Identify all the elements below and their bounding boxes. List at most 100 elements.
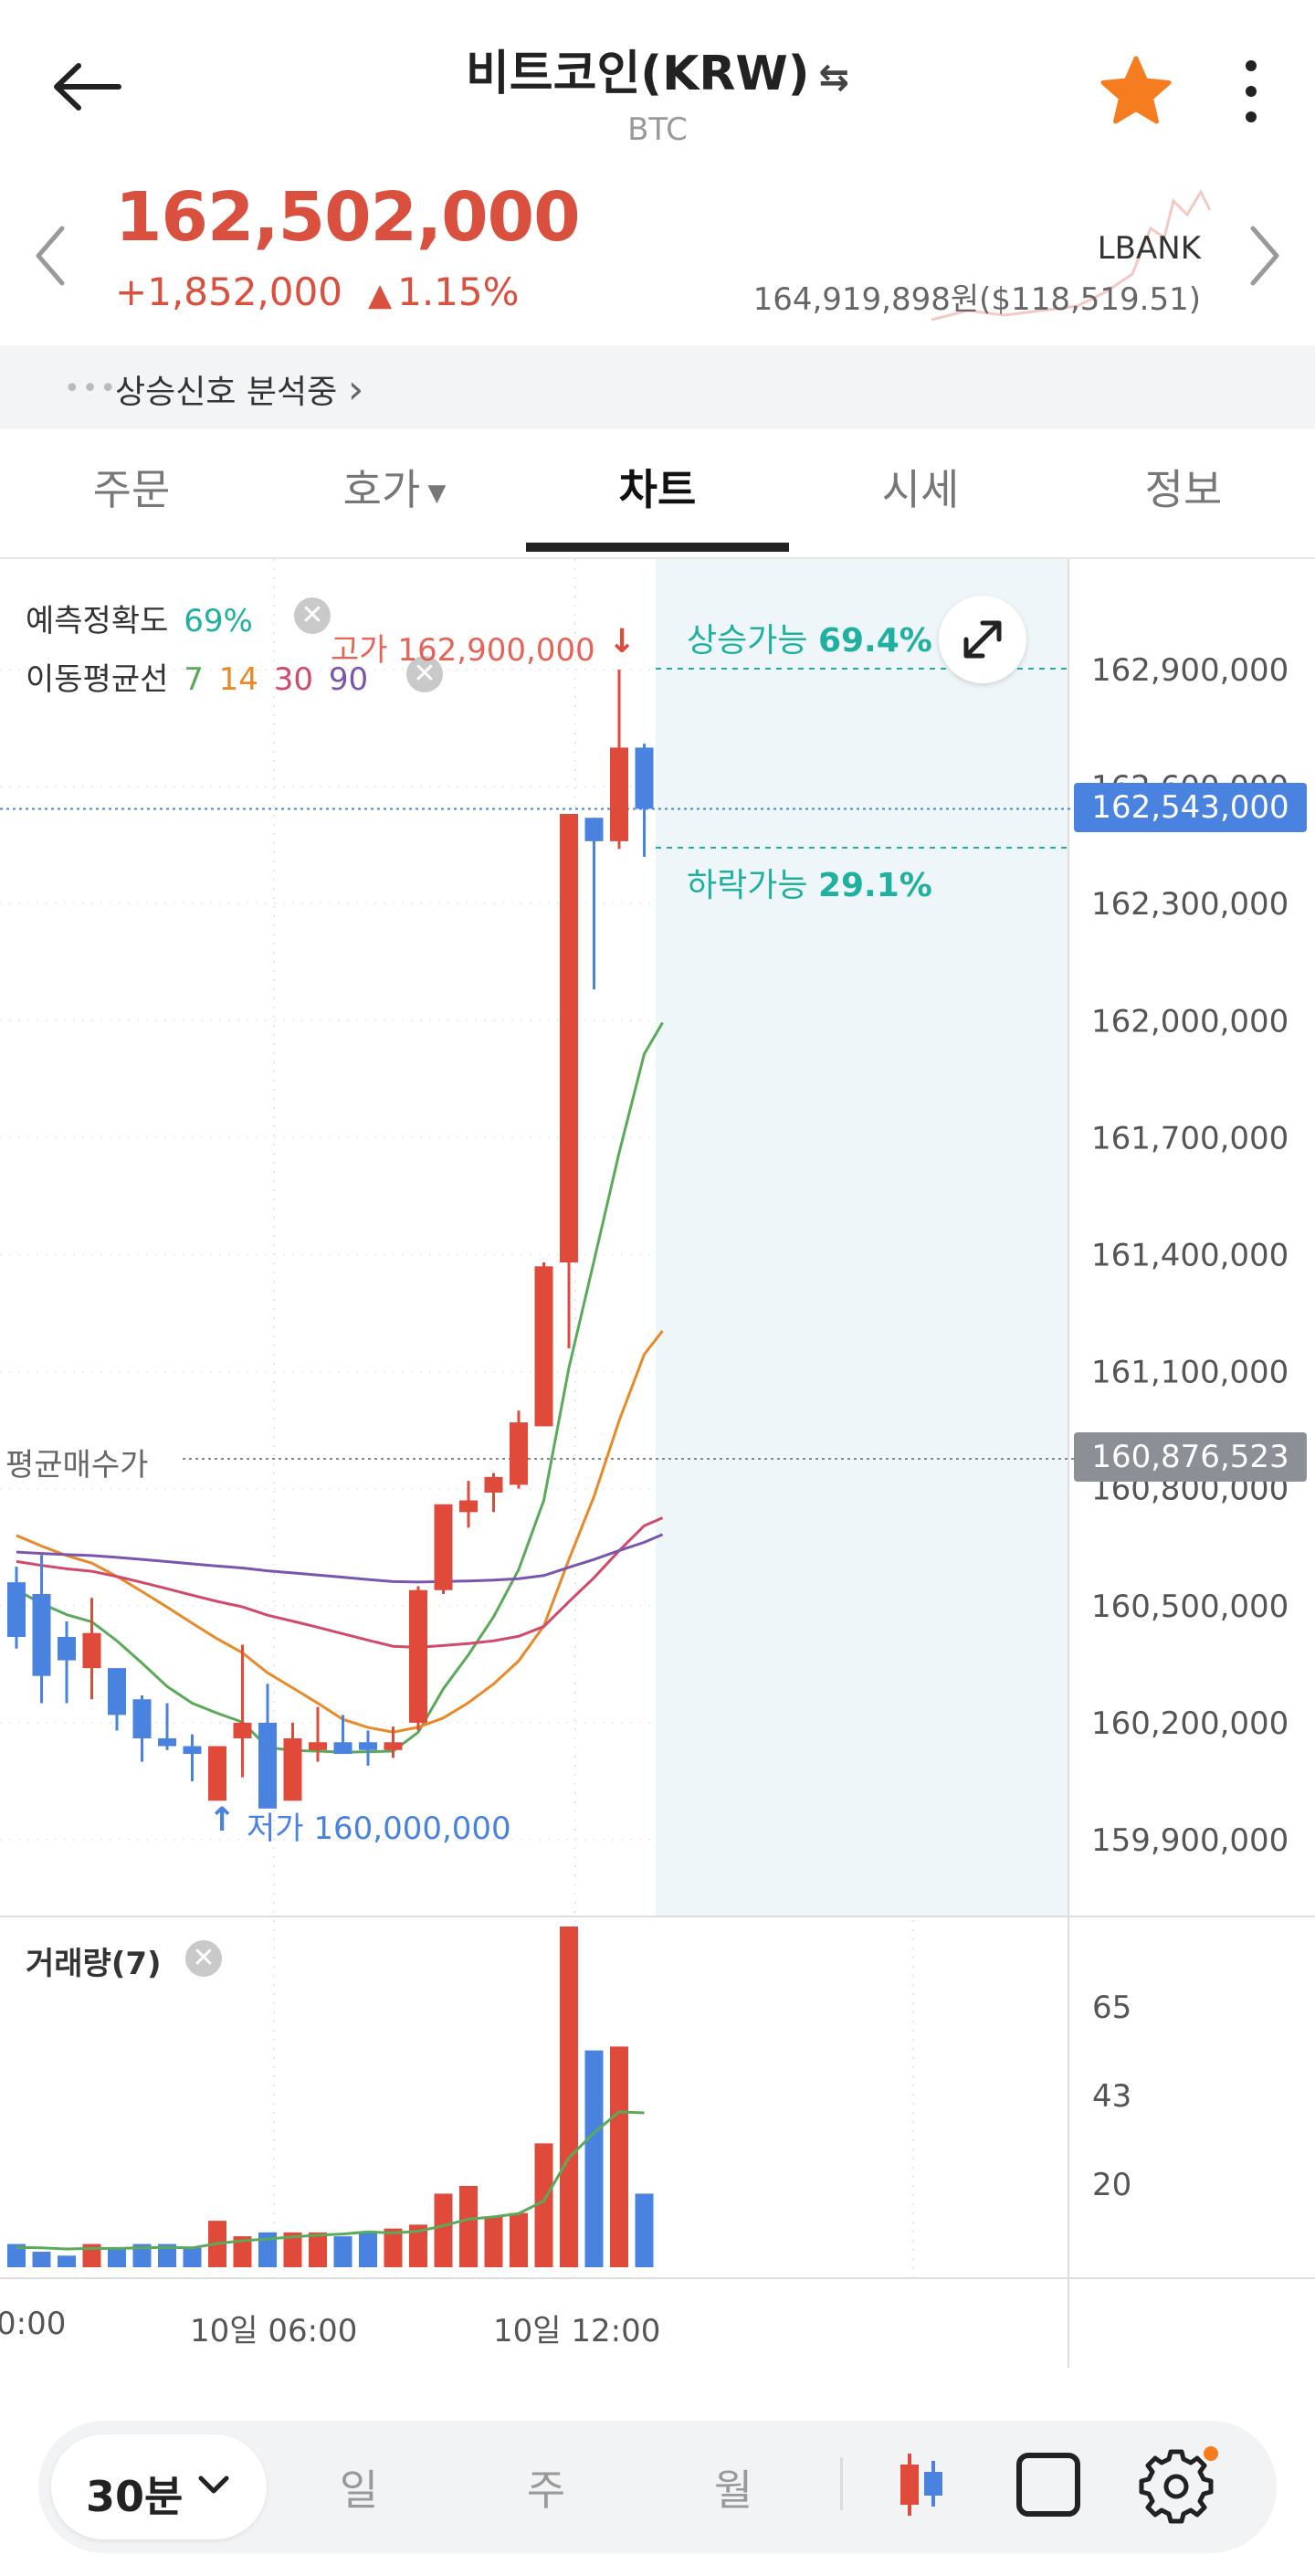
volume-bar: [459, 2185, 478, 2267]
tab-info[interactable]: 정보: [1052, 457, 1315, 517]
candle-body: [635, 747, 654, 809]
volume-bar: [32, 2252, 51, 2267]
ma30-label: 30: [273, 661, 314, 698]
volume-bar: [309, 2232, 327, 2267]
more-vertical-icon[interactable]: [1233, 55, 1269, 128]
down-percent: 29.1%: [817, 867, 932, 904]
x-tick-2: 10일 12:00: [493, 2313, 661, 2349]
avg-buy-price-tag: 160,876,523: [1074, 1432, 1307, 1482]
candle-type-icon[interactable]: [895, 2448, 950, 2521]
volume-bar: [635, 2193, 654, 2267]
ma7-label: 7: [184, 661, 204, 698]
candle-body: [283, 1737, 302, 1801]
exchange-price: 164,919,898원($118,519.51): [752, 281, 1201, 318]
volume-tick-65: 65: [1092, 1990, 1132, 2026]
signal-banner[interactable]: ••• 상승신호 분석중 ›: [0, 345, 1315, 429]
candle-body: [132, 1699, 152, 1738]
ma30-line: [16, 1516, 664, 1649]
volume-bar: [584, 2050, 604, 2267]
candle-body: [208, 1746, 226, 1801]
close-volume-icon[interactable]: ✕: [185, 1940, 222, 1977]
x-tick-0: 0:00: [0, 2306, 67, 2342]
current-price-tag: 162,543,000: [1074, 783, 1307, 832]
price-change: +1,852,000 ▲ 1.15%: [115, 269, 520, 314]
x-tick-1: 10일 06:00: [190, 2313, 358, 2349]
y-tick-4: 161,700,000: [1091, 1120, 1289, 1156]
notification-dot: [1204, 2446, 1218, 2461]
period-week[interactable]: 주: [510, 2457, 583, 2518]
up-label: 상승가능: [687, 622, 808, 660]
y-tick-2: 162,300,000: [1091, 886, 1289, 923]
candle-body: [183, 1746, 202, 1755]
tab-orderbook-label: 호가: [342, 465, 421, 514]
y-ticks: 162,900,000162,600,000162,300,000162,000…: [1091, 652, 1289, 1859]
candle-body: [459, 1500, 478, 1513]
close-accuracy-icon[interactable]: ✕: [294, 597, 331, 634]
ma14-label: 14: [218, 661, 258, 698]
volume-tick-20: 20: [1092, 2167, 1132, 2203]
candle-body: [560, 813, 578, 1263]
tab-orderbook[interactable]: 호가 ▼: [263, 457, 526, 517]
candle-body: [258, 1722, 277, 1809]
favorite-star-icon[interactable]: [1098, 53, 1174, 130]
candle-body: [409, 1589, 427, 1723]
candle-body: [534, 1266, 553, 1427]
change-percent: 1.15%: [397, 269, 520, 314]
current-price: 162,502,000: [115, 178, 581, 257]
volume-bar: [434, 2193, 453, 2267]
loading-dots-icon: •••: [64, 373, 119, 405]
chevron-left-icon[interactable]: [27, 219, 73, 292]
period-month[interactable]: 월: [697, 2457, 770, 2518]
prediction-zone: [656, 559, 1068, 1916]
volume-label: 거래량(7): [26, 1946, 162, 1982]
swap-icon[interactable]: ⇆: [819, 57, 850, 99]
change-amount: +1,852,000: [115, 269, 342, 314]
tab-bar: 주문 호가 ▼ 차트 시세 정보: [0, 429, 1315, 559]
candle-body: [610, 747, 628, 841]
candle-body: [484, 1476, 503, 1493]
volume-bar: [359, 2232, 377, 2267]
volume-bar: [58, 2255, 76, 2267]
volume-bar: [484, 2216, 503, 2267]
interval-value: 30분: [86, 2472, 184, 2521]
candle-body: [359, 1742, 377, 1750]
volume-bar: [510, 2212, 528, 2267]
tab-chart[interactable]: 차트: [526, 457, 789, 517]
expand-chart-button[interactable]: [939, 596, 1026, 683]
candle-body: [309, 1742, 327, 1750]
volume-bar: [333, 2236, 352, 2267]
y-tick-5: 161,400,000: [1091, 1238, 1289, 1274]
chevron-right-icon[interactable]: [1242, 219, 1288, 292]
ma-legend: 이동평균선 7 14 30 90: [26, 654, 368, 699]
dropdown-triangle-icon: ▼: [427, 479, 447, 507]
signal-text: 상승신호 분석중: [115, 374, 338, 411]
accuracy-label: 예측정확도: [26, 603, 169, 639]
up-percent: 69.4%: [817, 622, 932, 660]
volume-tick-43: 43: [1092, 2078, 1132, 2115]
up-triangle-icon: ▲: [367, 277, 393, 313]
up-probability: 상승가능 69.4%: [687, 614, 932, 661]
exchange-name[interactable]: LBANK: [1098, 230, 1201, 267]
y-tick-10: 159,900,000: [1091, 1822, 1289, 1859]
high-price-label: 고가 162,900,000: [331, 632, 595, 669]
toolbar-divider: [840, 2457, 843, 2510]
y-tick-0: 162,900,000: [1091, 652, 1289, 689]
candles: [7, 670, 654, 1809]
candle-body: [233, 1722, 252, 1738]
volume-bar: [560, 1927, 578, 2267]
candle-body: [108, 1668, 126, 1716]
candle-body: [58, 1636, 76, 1661]
expand-icon: [963, 620, 1002, 659]
square-layout-icon[interactable]: [1014, 2450, 1083, 2519]
coin-name: 비트코인(KRW): [465, 47, 810, 101]
settings-gear-icon[interactable]: [1136, 2441, 1224, 2528]
chevron-right-icon: ›: [347, 366, 364, 413]
down-label: 하락가능: [687, 867, 808, 904]
period-day[interactable]: 일: [322, 2457, 395, 2518]
volume-bar: [108, 2247, 126, 2267]
tab-order[interactable]: 주문: [0, 457, 263, 517]
candle-body: [434, 1504, 453, 1590]
candle-body: [82, 1632, 101, 1669]
tab-quotes[interactable]: 시세: [789, 457, 1052, 517]
interval-select[interactable]: 30분: [51, 2434, 267, 2539]
